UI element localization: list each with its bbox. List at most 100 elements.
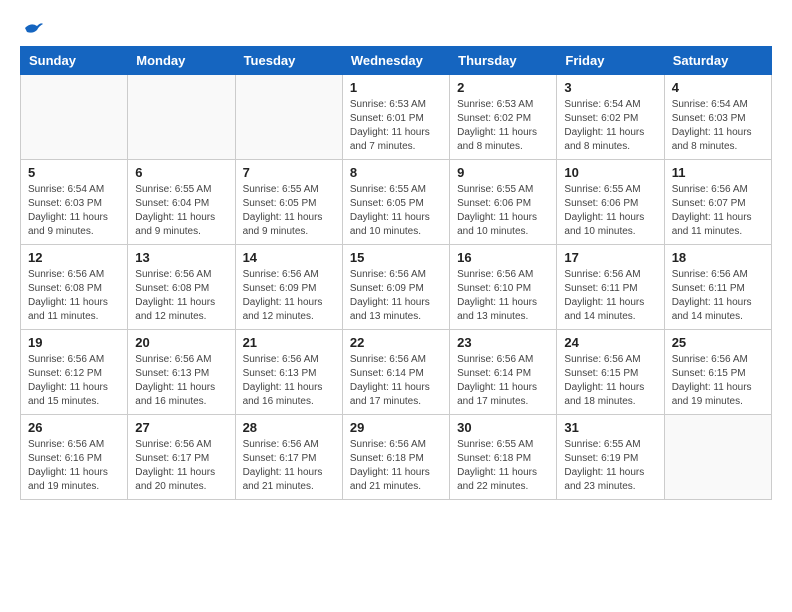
calendar-cell: 10 Sunrise: 6:55 AM Sunset: 6:06 PM Dayli… bbox=[557, 160, 664, 245]
day-number: 20 bbox=[135, 335, 227, 350]
calendar-cell: 27 Sunrise: 6:56 AM Sunset: 6:17 PM Dayli… bbox=[128, 415, 235, 500]
day-info: Sunrise: 6:56 AM Sunset: 6:15 PM Dayligh… bbox=[564, 353, 656, 409]
week-row-5: 26 Sunrise: 6:56 AM Sunset: 6:16 PM Dayli… bbox=[21, 415, 772, 500]
day-info: Sunrise: 6:56 AM Sunset: 6:10 PM Dayligh… bbox=[457, 268, 549, 324]
weekday-header-saturday: Saturday bbox=[664, 47, 771, 75]
day-info: Sunrise: 6:56 AM Sunset: 6:14 PM Dayligh… bbox=[457, 353, 549, 409]
day-info: Sunrise: 6:55 AM Sunset: 6:18 PM Dayligh… bbox=[457, 438, 549, 494]
day-number: 31 bbox=[564, 420, 656, 435]
day-number: 23 bbox=[457, 335, 549, 350]
day-number: 28 bbox=[243, 420, 335, 435]
day-number: 29 bbox=[350, 420, 442, 435]
day-number: 4 bbox=[672, 80, 764, 95]
calendar-cell: 22 Sunrise: 6:56 AM Sunset: 6:14 PM Dayli… bbox=[342, 330, 449, 415]
weekday-header-row: SundayMondayTuesdayWednesdayThursdayFrid… bbox=[21, 47, 772, 75]
calendar-cell: 18 Sunrise: 6:56 AM Sunset: 6:11 PM Dayli… bbox=[664, 245, 771, 330]
calendar-cell: 29 Sunrise: 6:56 AM Sunset: 6:18 PM Dayli… bbox=[342, 415, 449, 500]
calendar-cell: 8 Sunrise: 6:55 AM Sunset: 6:05 PM Daylig… bbox=[342, 160, 449, 245]
day-info: Sunrise: 6:56 AM Sunset: 6:14 PM Dayligh… bbox=[350, 353, 442, 409]
weekday-header-wednesday: Wednesday bbox=[342, 47, 449, 75]
calendar-cell: 6 Sunrise: 6:55 AM Sunset: 6:04 PM Daylig… bbox=[128, 160, 235, 245]
day-number: 8 bbox=[350, 165, 442, 180]
day-info: Sunrise: 6:55 AM Sunset: 6:19 PM Dayligh… bbox=[564, 438, 656, 494]
week-row-2: 5Sunrise: 6:54 AM Sunset: 6:03 PM Daylig… bbox=[21, 160, 772, 245]
calendar-cell: 30Sunrise: 6:55 AM Sunset: 6:18 PM Dayli… bbox=[450, 415, 557, 500]
calendar-cell: 14 Sunrise: 6:56 AM Sunset: 6:09 PM Dayli… bbox=[235, 245, 342, 330]
calendar-cell: 25 Sunrise: 6:56 AM Sunset: 6:15 PM Dayli… bbox=[664, 330, 771, 415]
day-info: Sunrise: 6:56 AM Sunset: 6:13 PM Dayligh… bbox=[135, 353, 227, 409]
calendar-cell: 12 Sunrise: 6:56 AM Sunset: 6:08 PM Dayli… bbox=[21, 245, 128, 330]
day-number: 11 bbox=[672, 165, 764, 180]
calendar-cell: 24Sunrise: 6:56 AM Sunset: 6:15 PM Dayli… bbox=[557, 330, 664, 415]
day-number: 19 bbox=[28, 335, 120, 350]
day-info: Sunrise: 6:56 AM Sunset: 6:16 PM Dayligh… bbox=[28, 438, 120, 494]
day-info: Sunrise: 6:56 AM Sunset: 6:15 PM Dayligh… bbox=[672, 353, 764, 409]
weekday-header-monday: Monday bbox=[128, 47, 235, 75]
day-number: 26 bbox=[28, 420, 120, 435]
day-info: Sunrise: 6:54 AM Sunset: 6:03 PM Dayligh… bbox=[672, 98, 764, 154]
day-info: Sunrise: 6:53 AM Sunset: 6:01 PM Dayligh… bbox=[350, 98, 442, 154]
weekday-header-tuesday: Tuesday bbox=[235, 47, 342, 75]
weekday-header-thursday: Thursday bbox=[450, 47, 557, 75]
day-info: Sunrise: 6:56 AM Sunset: 6:09 PM Dayligh… bbox=[243, 268, 335, 324]
calendar-cell: 17 Sunrise: 6:56 AM Sunset: 6:11 PM Dayli… bbox=[557, 245, 664, 330]
day-number: 1 bbox=[350, 80, 442, 95]
day-info: Sunrise: 6:55 AM Sunset: 6:06 PM Dayligh… bbox=[564, 183, 656, 239]
day-info: Sunrise: 6:53 AM Sunset: 6:02 PM Dayligh… bbox=[457, 98, 549, 154]
day-info: Sunrise: 6:55 AM Sunset: 6:05 PM Dayligh… bbox=[350, 183, 442, 239]
calendar-cell: 23 Sunrise: 6:56 AM Sunset: 6:14 PM Dayli… bbox=[450, 330, 557, 415]
day-number: 7 bbox=[243, 165, 335, 180]
day-info: Sunrise: 6:56 AM Sunset: 6:13 PM Dayligh… bbox=[243, 353, 335, 409]
calendar-cell bbox=[664, 415, 771, 500]
day-info: Sunrise: 6:55 AM Sunset: 6:04 PM Dayligh… bbox=[135, 183, 227, 239]
day-number: 10 bbox=[564, 165, 656, 180]
calendar-cell: 20 Sunrise: 6:56 AM Sunset: 6:13 PM Dayli… bbox=[128, 330, 235, 415]
day-number: 17 bbox=[564, 250, 656, 265]
day-number: 13 bbox=[135, 250, 227, 265]
day-number: 12 bbox=[28, 250, 120, 265]
day-number: 27 bbox=[135, 420, 227, 435]
day-number: 3 bbox=[564, 80, 656, 95]
calendar-cell: 2 Sunrise: 6:53 AM Sunset: 6:02 PM Daylig… bbox=[450, 75, 557, 160]
calendar-cell: 7Sunrise: 6:55 AM Sunset: 6:05 PM Daylig… bbox=[235, 160, 342, 245]
weekday-header-sunday: Sunday bbox=[21, 47, 128, 75]
day-number: 14 bbox=[243, 250, 335, 265]
calendar-cell: 5Sunrise: 6:54 AM Sunset: 6:03 PM Daylig… bbox=[21, 160, 128, 245]
calendar-cell: 21Sunrise: 6:56 AM Sunset: 6:13 PM Dayli… bbox=[235, 330, 342, 415]
day-info: Sunrise: 6:55 AM Sunset: 6:06 PM Dayligh… bbox=[457, 183, 549, 239]
day-info: Sunrise: 6:56 AM Sunset: 6:07 PM Dayligh… bbox=[672, 183, 764, 239]
calendar-table: SundayMondayTuesdayWednesdayThursdayFrid… bbox=[20, 46, 772, 500]
day-info: Sunrise: 6:56 AM Sunset: 6:18 PM Dayligh… bbox=[350, 438, 442, 494]
logo bbox=[20, 20, 43, 36]
day-number: 18 bbox=[672, 250, 764, 265]
calendar-cell: 26 Sunrise: 6:56 AM Sunset: 6:16 PM Dayli… bbox=[21, 415, 128, 500]
day-info: Sunrise: 6:54 AM Sunset: 6:02 PM Dayligh… bbox=[564, 98, 656, 154]
calendar-cell: 28 Sunrise: 6:56 AM Sunset: 6:17 PM Dayli… bbox=[235, 415, 342, 500]
weekday-header-friday: Friday bbox=[557, 47, 664, 75]
calendar-cell: 3 Sunrise: 6:54 AM Sunset: 6:02 PM Daylig… bbox=[557, 75, 664, 160]
day-info: Sunrise: 6:56 AM Sunset: 6:17 PM Dayligh… bbox=[135, 438, 227, 494]
day-number: 16 bbox=[457, 250, 549, 265]
day-number: 2 bbox=[457, 80, 549, 95]
day-number: 25 bbox=[672, 335, 764, 350]
calendar-cell: 1 Sunrise: 6:53 AM Sunset: 6:01 PM Daylig… bbox=[342, 75, 449, 160]
calendar-cell bbox=[128, 75, 235, 160]
day-info: Sunrise: 6:56 AM Sunset: 6:08 PM Dayligh… bbox=[28, 268, 120, 324]
calendar-cell: 19 Sunrise: 6:56 AM Sunset: 6:12 PM Dayli… bbox=[21, 330, 128, 415]
page-header bbox=[20, 20, 772, 36]
day-info: Sunrise: 6:56 AM Sunset: 6:17 PM Dayligh… bbox=[243, 438, 335, 494]
calendar-cell: 11 Sunrise: 6:56 AM Sunset: 6:07 PM Dayli… bbox=[664, 160, 771, 245]
day-number: 15 bbox=[350, 250, 442, 265]
logo-bird-icon bbox=[23, 20, 43, 36]
day-number: 6 bbox=[135, 165, 227, 180]
calendar-cell bbox=[21, 75, 128, 160]
day-info: Sunrise: 6:56 AM Sunset: 6:12 PM Dayligh… bbox=[28, 353, 120, 409]
day-info: Sunrise: 6:56 AM Sunset: 6:08 PM Dayligh… bbox=[135, 268, 227, 324]
calendar-cell: 4 Sunrise: 6:54 AM Sunset: 6:03 PM Daylig… bbox=[664, 75, 771, 160]
day-number: 22 bbox=[350, 335, 442, 350]
day-number: 9 bbox=[457, 165, 549, 180]
week-row-3: 12 Sunrise: 6:56 AM Sunset: 6:08 PM Dayli… bbox=[21, 245, 772, 330]
calendar-cell bbox=[235, 75, 342, 160]
day-info: Sunrise: 6:56 AM Sunset: 6:11 PM Dayligh… bbox=[564, 268, 656, 324]
day-info: Sunrise: 6:56 AM Sunset: 6:11 PM Dayligh… bbox=[672, 268, 764, 324]
